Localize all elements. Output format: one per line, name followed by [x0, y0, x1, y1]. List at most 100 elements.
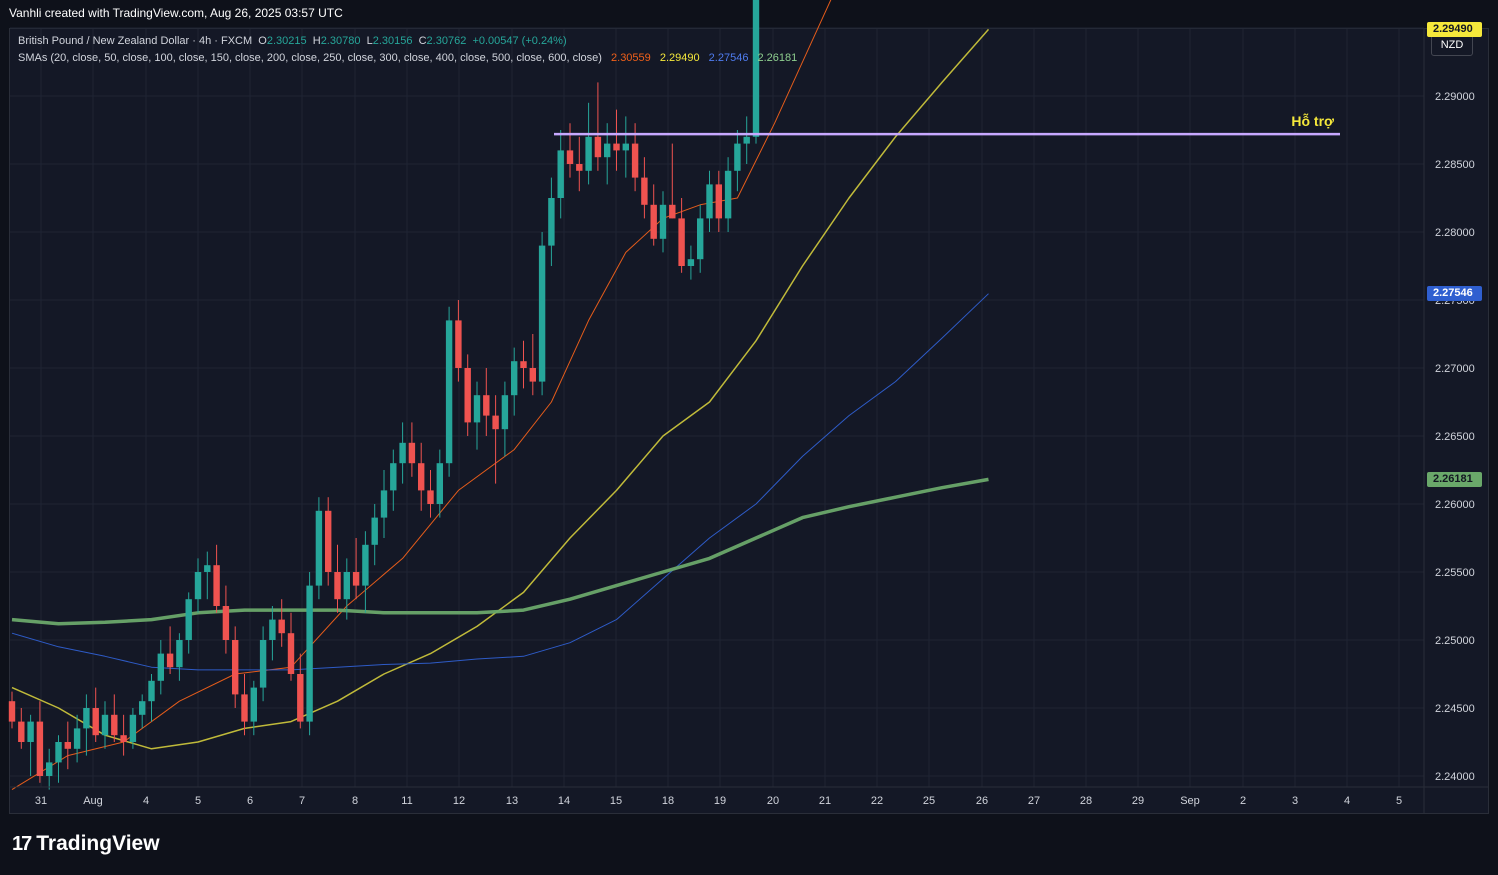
time-tick: 11	[401, 795, 412, 807]
time-tick: 2	[1240, 795, 1246, 807]
brand: 17 TradingView	[12, 832, 160, 856]
candle-body	[566, 150, 574, 164]
candle	[120, 714, 127, 756]
candle	[687, 245, 695, 280]
candle-body	[687, 259, 695, 266]
candle	[204, 551, 211, 600]
candle-body	[455, 320, 462, 368]
time-tick: 5	[1396, 795, 1402, 807]
time-tick: 27	[1028, 795, 1040, 807]
candle-body	[576, 164, 583, 171]
price-label: 2.26181	[1427, 471, 1482, 487]
candle	[18, 708, 25, 749]
candle	[678, 198, 685, 273]
candle	[269, 606, 276, 661]
candle-body	[669, 204, 676, 219]
candle-body	[650, 204, 657, 239]
price-tick: 2.26500	[1435, 431, 1475, 443]
candle	[371, 504, 378, 566]
candle-body	[585, 136, 592, 171]
candle	[585, 102, 592, 185]
candle	[390, 449, 397, 511]
sma100-value: 2.27546	[708, 52, 749, 64]
candle	[213, 544, 220, 613]
candle	[752, 0, 760, 144]
time-tick: 12	[453, 795, 465, 807]
candle-body	[46, 762, 53, 776]
candle-body	[371, 517, 378, 545]
candle-body	[548, 198, 555, 246]
candle-body	[306, 585, 313, 722]
candle-body	[511, 361, 518, 396]
sma20-value: 2.30559	[611, 52, 651, 64]
candle	[73, 714, 81, 763]
candle-body	[185, 599, 192, 640]
candle-body	[743, 136, 750, 144]
candle	[706, 170, 713, 232]
time-tick: 4	[143, 795, 149, 807]
price-tick: 2.24000	[1435, 771, 1475, 783]
candle-body	[594, 136, 602, 158]
candle-body	[27, 721, 34, 742]
candle	[697, 204, 704, 273]
sma-legend-label[interactable]: SMAs (20, close, 50, close, 100, close, …	[18, 52, 602, 64]
candle-body	[259, 640, 267, 688]
candle	[232, 626, 239, 708]
price-chart[interactable]: Kháng cựHỗ trợ 2.345002.340002.335002.33…	[0, 0, 1498, 875]
open-label: O	[258, 35, 267, 47]
candle	[287, 612, 295, 681]
candle-body	[613, 143, 620, 151]
price-tick: 2.28000	[1435, 227, 1475, 239]
candle	[473, 381, 481, 450]
candle	[27, 714, 34, 776]
currency-button[interactable]: NZD	[1431, 34, 1473, 56]
time-tick: 28	[1080, 795, 1092, 807]
open-value: 2.30215	[266, 35, 307, 47]
candle-body	[129, 714, 137, 742]
levels: Kháng cựHỗ trợ	[554, 113, 1340, 136]
sma150-value: 2.26181	[757, 52, 798, 64]
candle-body	[83, 708, 90, 729]
candle-body	[343, 572, 350, 600]
candle-body	[204, 565, 211, 572]
candle-body	[631, 143, 639, 178]
sma-line-sma50	[11, 28, 990, 750]
sma-legend: SMAs (20, close, 50, close, 100, close, …	[18, 52, 797, 64]
close-value: 2.30762	[426, 35, 467, 47]
symbol-name[interactable]: British Pound / New Zealand Dollar · 4h …	[18, 35, 252, 47]
candle-body	[724, 170, 732, 219]
candle-body	[222, 606, 230, 640]
time-tick: 31	[35, 795, 47, 807]
candle-body	[55, 742, 62, 763]
price-tick: 2.28500	[1435, 159, 1475, 171]
candle-body	[390, 463, 397, 491]
candle	[641, 157, 648, 219]
candle-body	[269, 619, 276, 640]
candle	[111, 694, 118, 742]
candle	[36, 701, 44, 783]
candle	[669, 143, 676, 219]
candle	[557, 130, 564, 219]
candle-body	[538, 245, 546, 382]
candle	[64, 721, 71, 770]
candle	[734, 130, 741, 192]
brand-name: TradingView	[36, 832, 160, 855]
candle-body	[418, 463, 425, 491]
high-value: 2.30780	[320, 35, 361, 47]
candle	[464, 354, 471, 436]
candle	[148, 674, 155, 722]
time-tick: 15	[610, 795, 622, 807]
sma50-value: 2.29490	[659, 52, 700, 64]
candle-body	[445, 320, 453, 464]
candle-body	[101, 714, 109, 736]
candle-body	[380, 490, 388, 518]
time-tick: 8	[352, 795, 358, 807]
candle-body	[325, 510, 332, 572]
candle-body	[464, 368, 471, 423]
candle	[166, 626, 174, 674]
candle	[566, 123, 574, 178]
time-tick: Sep	[1180, 795, 1200, 807]
grid	[10, 27, 1424, 787]
candle-body	[399, 442, 406, 464]
candle-body	[408, 442, 416, 464]
